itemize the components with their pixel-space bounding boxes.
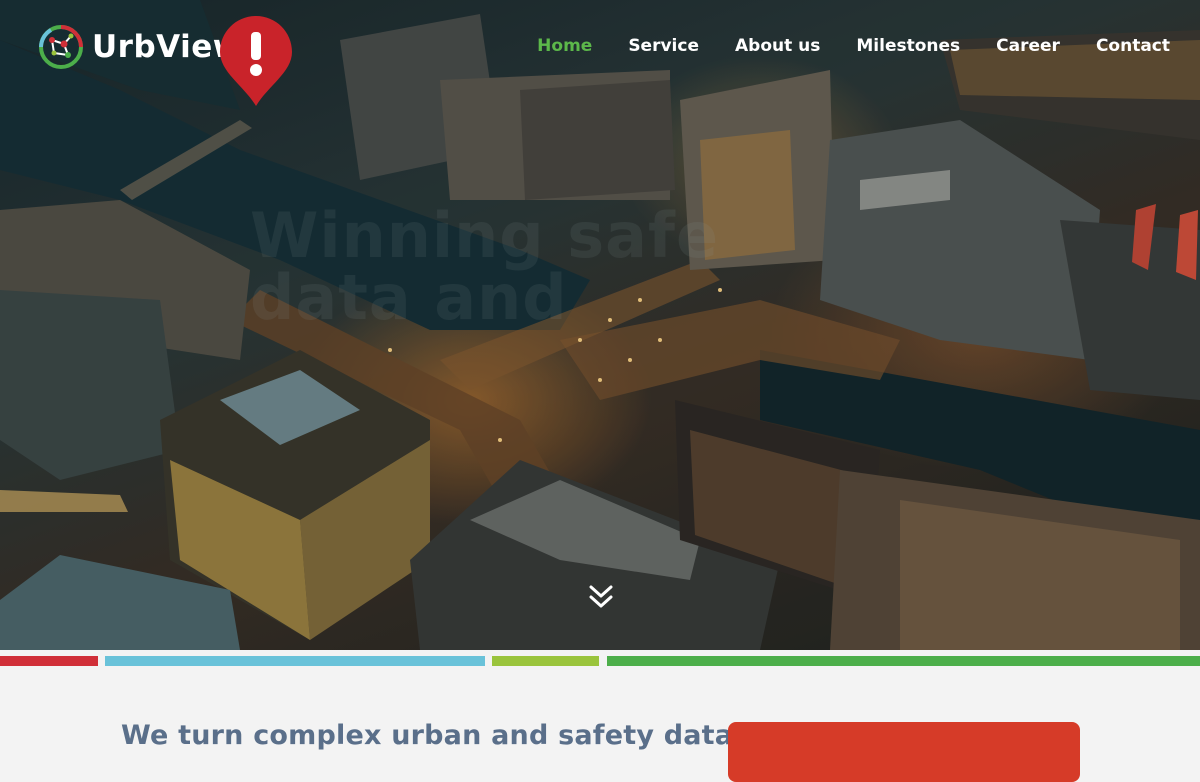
feature-card[interactable] bbox=[728, 722, 1080, 782]
nav-about-us[interactable]: About us bbox=[735, 36, 820, 56]
nav-milestones[interactable]: Milestones bbox=[856, 36, 960, 56]
nav-home[interactable]: Home bbox=[537, 36, 592, 56]
stripe-red bbox=[0, 656, 98, 666]
intro-headline: We turn complex urban and safety data bbox=[121, 720, 734, 751]
hero-overlay-text: Winning safe data and bbox=[250, 199, 720, 334]
brand-logo[interactable]: UrbView bbox=[38, 24, 242, 70]
main-nav: Home Service About us Milestones Career … bbox=[501, 36, 1170, 56]
double-chevron-down-icon[interactable] bbox=[588, 582, 614, 612]
hero-section: Winning safe data and UrbView Home Servi… bbox=[0, 0, 1200, 650]
map-pin-alert-icon bbox=[220, 16, 292, 106]
nav-career[interactable]: Career bbox=[996, 36, 1060, 56]
color-stripes bbox=[0, 656, 1200, 666]
stripe-lime bbox=[492, 656, 599, 666]
nav-contact[interactable]: Contact bbox=[1096, 36, 1170, 56]
nav-service[interactable]: Service bbox=[628, 36, 699, 56]
stripe-green bbox=[607, 656, 1200, 666]
urbview-network-logo-icon bbox=[39, 25, 83, 69]
stripe-blue bbox=[105, 656, 485, 666]
